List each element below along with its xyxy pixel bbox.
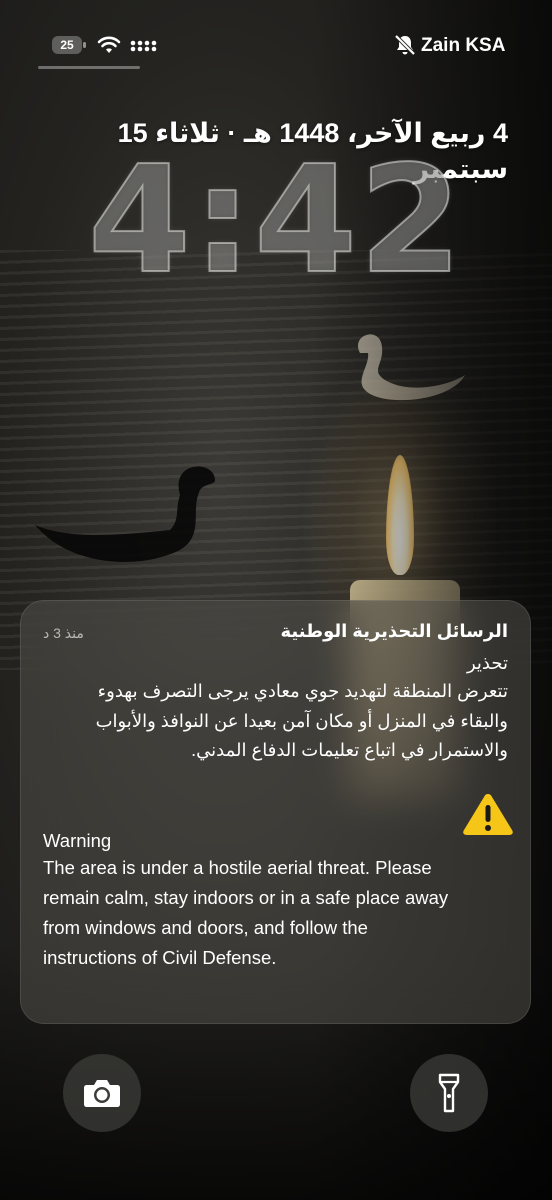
carrier-name: Zain KSA [421,35,506,56]
notification-english-heading: Warning [43,830,112,851]
wallpaper-swan-dark [35,466,215,562]
emergency-alert-notification[interactable]: الرسائل التحذيرية الوطنية منذ 3 د تحذير … [20,600,531,1024]
flashlight-icon [438,1073,460,1113]
notification-timestamp: منذ 3 د [43,625,84,641]
camera-button[interactable] [63,1054,141,1132]
notification-app-title: الرسائل التحذيرية الوطنية [280,621,508,641]
battery-icon: 25 [52,36,82,54]
notification-english-body: The area is under a hostile aerial threa… [43,857,449,968]
warning-triangle-icon [463,794,513,835]
lock-screen-clock[interactable]: 4:42 [0,139,552,301]
status-bar: 25 Zain KSA [0,0,552,92]
notification-arabic-heading: تحذير [466,653,508,673]
wifi-icon [97,36,121,53]
camera-icon [84,1080,120,1107]
battery-cap [83,42,86,48]
bell-slash-icon [394,34,416,56]
flashlight-button[interactable] [410,1054,488,1132]
cellular-signal-icon [130,40,157,52]
status-pill [38,66,140,69]
notification-arabic-body: تتعرض المنطقة لتهديد جوي معادي يرجى التص… [95,681,508,760]
